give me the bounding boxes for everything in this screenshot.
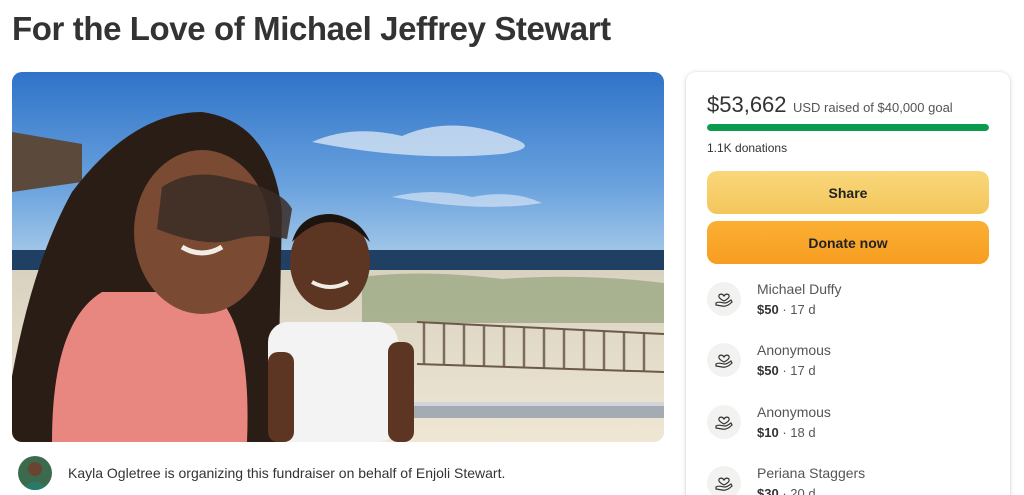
donation-time: · 20 d xyxy=(778,486,816,495)
donation-amount: $50 xyxy=(757,363,779,378)
organizer-row: Kayla Ogletree is organizing this fundra… xyxy=(18,456,505,490)
heart-hand-icon xyxy=(707,282,741,316)
campaign-photo[interactable] xyxy=(12,72,664,442)
heart-hand-icon xyxy=(707,466,741,495)
donation-amount: $10 xyxy=(757,425,779,440)
donor-name: Michael Duffy xyxy=(757,281,842,297)
donation-meta: $10 · 18 d xyxy=(757,425,816,440)
donation-item: Michael Duffy $50 · 17 d xyxy=(707,281,989,325)
donation-card: $53,662 USD raised of $40,000 goal 1.1K … xyxy=(686,72,1010,495)
donation-amount: $50 xyxy=(757,302,779,317)
heart-hand-icon xyxy=(707,405,741,439)
donor-name: Anonymous xyxy=(757,342,831,358)
donation-item: Anonymous $10 · 18 d xyxy=(707,404,989,448)
share-button[interactable]: Share xyxy=(707,171,989,214)
raised-summary: $53,662 USD raised of $40,000 goal xyxy=(707,92,953,118)
donation-item: Anonymous $50 · 17 d xyxy=(707,342,989,386)
raised-amount: $53,662 xyxy=(707,92,787,117)
donate-now-button[interactable]: Donate now xyxy=(707,221,989,264)
organizer-text: Kayla Ogletree is organizing this fundra… xyxy=(68,465,506,481)
beach-selfie-image xyxy=(12,72,664,442)
avatar[interactable] xyxy=(18,456,52,490)
progress-bar xyxy=(707,124,989,131)
donation-time: · 17 d xyxy=(778,363,816,378)
page-title: For the Love of Michael Jeffrey Stewart xyxy=(12,10,611,47)
donation-amount: $30 xyxy=(757,486,779,495)
heart-hand-icon xyxy=(707,343,741,377)
donation-meta: $50 · 17 d xyxy=(757,363,816,378)
donation-meta: $50 · 17 d xyxy=(757,302,816,317)
donation-meta: $30 · 20 d xyxy=(757,486,816,495)
donation-time: · 18 d xyxy=(778,425,816,440)
raised-goal-text: USD raised of $40,000 goal xyxy=(792,100,953,115)
donor-name: Anonymous xyxy=(757,404,831,420)
donation-count[interactable]: 1.1K donations xyxy=(707,141,787,155)
donor-name: Periana Staggers xyxy=(757,465,866,481)
progress-fill xyxy=(707,124,989,131)
donation-item: Periana Staggers $30 · 20 d xyxy=(707,465,989,495)
donation-time: · 17 d xyxy=(778,302,816,317)
